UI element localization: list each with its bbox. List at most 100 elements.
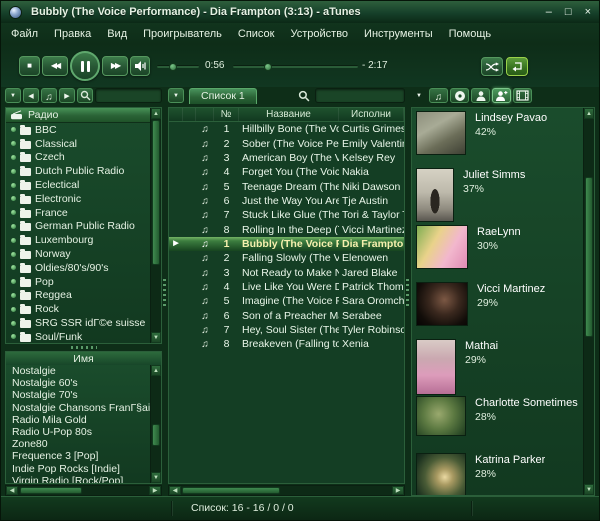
expand-icon[interactable] <box>11 320 16 326</box>
scrollbar-thumb[interactable] <box>20 487 82 494</box>
table-row[interactable]: ▶ 2 Sober (The Voice Perform... Emily Va… <box>169 136 404 150</box>
similar-artist-item[interactable]: Vicci Martinez 29% <box>412 279 594 336</box>
table-row[interactable]: ▶ 2 Falling Slowly (The Voice ... Elenow… <box>169 251 404 265</box>
table-row[interactable]: ▶ 8 Breakeven (Falling to Piec... Xenia <box>169 337 404 351</box>
radio-folder-item[interactable]: Electronic <box>6 192 150 206</box>
playlist-menu-button[interactable]: ▼ <box>168 88 184 103</box>
table-row[interactable]: ▶ 6 Just the Way You Are (Th... Tje Aust… <box>169 194 404 208</box>
table-row[interactable]: ▶ 1 Hillbilly Bone (The Voice ... Curtis… <box>169 122 404 136</box>
scroll-left-button[interactable]: ◀ <box>6 486 18 495</box>
table-row[interactable]: ▶ 1 Bubbly (The Voice Perfo... Dia Framp… <box>169 236 404 252</box>
scroll-up-button[interactable]: ▲ <box>584 108 594 119</box>
context-menu-button[interactable]: ▼ <box>411 88 427 103</box>
radio-folder-item[interactable]: Oldies/80's/90's <box>6 261 150 275</box>
menu-item[interactable]: Инструменты <box>356 25 441 43</box>
repeat-button[interactable] <box>506 57 528 76</box>
column-artist[interactable]: Исполни <box>339 108 404 121</box>
table-row[interactable]: ▶ 3 Not Ready to Make Nice (... Jared Bl… <box>169 265 404 279</box>
playlist-hscrollbar[interactable]: ◀ ▶ <box>168 485 405 496</box>
scrollbar-thumb[interactable] <box>182 487 280 494</box>
menu-item[interactable]: Проигрыватель <box>135 25 230 43</box>
menu-item[interactable]: Файл <box>3 25 46 43</box>
radio-folder-item[interactable]: France <box>6 206 150 220</box>
menu-item[interactable]: Правка <box>46 25 99 43</box>
scroll-up-button[interactable]: ▲ <box>151 365 161 376</box>
column-indicator[interactable] <box>169 108 183 121</box>
stations-hscrollbar[interactable]: ◀ ▶ <box>5 485 162 496</box>
radio-tree-scrollbar[interactable]: ▲ ▼ <box>150 108 161 343</box>
scroll-right-button[interactable]: ▶ <box>149 486 161 495</box>
expand-icon[interactable] <box>11 182 16 188</box>
navigator-back-button[interactable]: ◀ <box>23 88 39 103</box>
radio-folder-item[interactable]: Rock <box>6 302 150 316</box>
play-pause-button[interactable] <box>70 51 100 81</box>
minimize-button[interactable]: – <box>546 6 552 18</box>
progress-slider[interactable] <box>233 63 358 71</box>
scroll-down-button[interactable]: ▼ <box>151 332 161 343</box>
radio-tree-header[interactable]: Радио <box>6 108 150 123</box>
table-row[interactable]: ▶ 8 Rolling In the Deep (The ... Vicci M… <box>169 222 404 236</box>
station-item[interactable]: Zone80 <box>6 438 150 450</box>
similar-artist-item[interactable]: Mathai 29% <box>412 336 594 395</box>
expand-icon[interactable] <box>11 237 16 243</box>
station-item[interactable]: Nostalgie Chansons FranГ§aises <box>6 402 150 414</box>
scroll-up-button[interactable]: ▲ <box>151 108 161 119</box>
expand-icon[interactable] <box>11 223 16 229</box>
station-item[interactable]: Virgin Radio [Rock/Pop] <box>6 475 150 483</box>
radio-folder-item[interactable]: Pop <box>6 275 150 289</box>
expand-icon[interactable] <box>11 154 16 160</box>
scroll-left-button[interactable]: ◀ <box>169 486 181 495</box>
table-row[interactable]: ▶ 4 Forget You (The Voice Pe... Nakia <box>169 165 404 179</box>
scrollbar-thumb[interactable] <box>152 120 160 265</box>
station-item[interactable]: Nostalgie 70's <box>6 389 150 401</box>
tab-playlist-1[interactable]: Список 1 <box>189 87 257 104</box>
context-tab-album[interactable] <box>450 88 469 103</box>
column-title[interactable]: Название <box>239 108 339 121</box>
navigator-search-input[interactable] <box>95 88 162 103</box>
similar-artist-item[interactable]: Katrina Parker 28% <box>412 450 594 495</box>
table-row[interactable]: ▶ 5 Teenage Dream (The Voic... Niki Daws… <box>169 179 404 193</box>
scroll-down-button[interactable]: ▼ <box>584 484 594 495</box>
volume-slider[interactable] <box>157 63 199 71</box>
expand-icon[interactable] <box>11 279 16 285</box>
radio-folder-item[interactable]: Soul/Funk <box>6 330 150 343</box>
table-row[interactable]: ▶ 6 Son of a Preacher Man (T... Serabee <box>169 308 404 322</box>
radio-folder-item[interactable]: SRG SSR idГ©e suisse <box>6 316 150 330</box>
context-tab-video[interactable] <box>513 88 532 103</box>
scroll-right-button[interactable]: ▶ <box>392 486 404 495</box>
context-scrollbar[interactable]: ▲ ▼ <box>583 108 594 495</box>
stations-scrollbar[interactable]: ▲ ▼ <box>150 365 161 483</box>
radio-folder-item[interactable]: German Public Radio <box>6 220 150 234</box>
stop-button[interactable]: ■ <box>19 56 40 76</box>
expand-icon[interactable] <box>11 334 16 340</box>
navigator-menu-button[interactable]: ▼ <box>5 88 21 103</box>
table-row[interactable]: ▶ 5 Imagine (The Voice Perfo... Sara Oro… <box>169 294 404 308</box>
station-item[interactable]: Indie Pop Rocks [Indie] <box>6 463 150 475</box>
horizontal-splitter[interactable] <box>5 344 162 351</box>
station-item[interactable]: Nostalgie <box>6 365 150 377</box>
expand-icon[interactable] <box>11 210 16 216</box>
context-tab-audio[interactable] <box>429 88 448 103</box>
maximize-button[interactable]: □ <box>565 6 572 18</box>
similar-artist-item[interactable]: RaeLynn 30% <box>412 222 594 279</box>
menu-item[interactable]: Устройство <box>282 25 356 43</box>
table-row[interactable]: ▶ 7 Stuck Like Glue (The Voic... Tori & … <box>169 208 404 222</box>
scrollbar-thumb[interactable] <box>152 424 160 446</box>
navigator-play-button[interactable]: ▶ <box>59 88 75 103</box>
station-item[interactable]: Nostalgie 60's <box>6 377 150 389</box>
navigator-audio-button[interactable] <box>41 88 57 103</box>
expand-icon[interactable] <box>11 265 16 271</box>
similar-artist-item[interactable]: Juliet Simms 37% <box>412 165 594 222</box>
expand-icon[interactable] <box>11 127 16 133</box>
playlist-search-input[interactable] <box>315 88 405 103</box>
table-row[interactable]: ▶ 4 Live Like You Were Dying ... Patrick… <box>169 280 404 294</box>
radio-folder-item[interactable]: Dutch Public Radio <box>6 164 150 178</box>
volume-slider-thumb[interactable] <box>168 63 177 71</box>
station-item[interactable]: Radio Mila Gold <box>6 414 150 426</box>
volume-button[interactable] <box>130 56 150 76</box>
navigator-search-button[interactable] <box>77 88 93 103</box>
menu-item[interactable]: Список <box>230 25 283 43</box>
previous-button[interactable]: ◀◀ <box>42 56 68 76</box>
expand-icon[interactable] <box>11 168 16 174</box>
radio-folder-item[interactable]: Eclectical <box>6 178 150 192</box>
